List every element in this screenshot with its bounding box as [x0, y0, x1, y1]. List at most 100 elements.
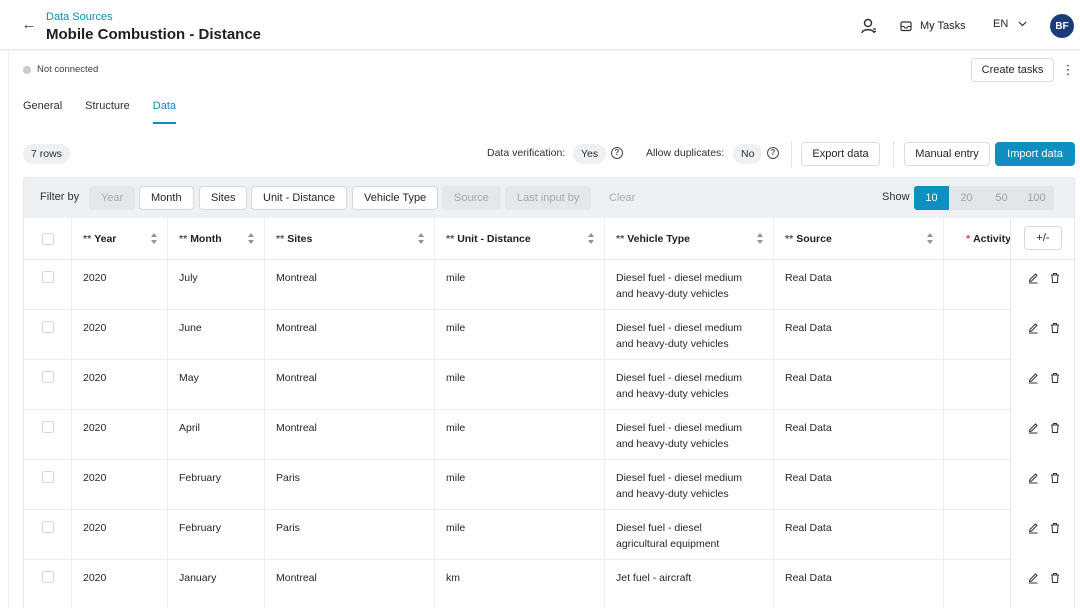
help-icon[interactable]: ?	[767, 147, 779, 159]
cell-activity[interactable]	[944, 260, 1010, 310]
cell-activity[interactable]	[944, 360, 1010, 410]
trash-icon[interactable]	[1049, 272, 1061, 284]
table-row[interactable]: 2020 May Montreal mile Diesel fuel - diesel …	[24, 360, 1074, 410]
filter-chip-source[interactable]: Source	[442, 186, 501, 210]
edit-icon[interactable]	[1027, 272, 1039, 284]
cell-source[interactable]: Real Data	[774, 360, 944, 410]
cell-site[interactable]: Paris	[265, 460, 435, 510]
breadcrumb-data-sources[interactable]: Data Sources	[46, 11, 113, 23]
sort-icon[interactable]	[757, 233, 764, 245]
cell-activity[interactable]	[944, 310, 1010, 360]
page-size-10[interactable]: 10	[914, 186, 949, 210]
sort-icon[interactable]	[588, 233, 595, 245]
cell-vehicle-type[interactable]: Diesel fuel - diesel medium and heavy-dut…	[605, 310, 774, 360]
filter-chip-last-input-by[interactable]: Last input by	[505, 186, 592, 210]
cell-unit[interactable]: mile	[435, 360, 605, 410]
tab-structure[interactable]: Structure	[85, 100, 130, 124]
cell-unit[interactable]: km	[435, 560, 605, 608]
table-row[interactable]: 2020 June Montreal mile Diesel fuel - diesel…	[24, 310, 1074, 360]
row-checkbox[interactable]	[41, 371, 54, 383]
cell-year[interactable]: 2020	[72, 560, 168, 608]
cell-activity[interactable]	[944, 560, 1010, 608]
cell-month[interactable]: June	[168, 310, 265, 360]
cell-site[interactable]: Paris	[265, 510, 435, 560]
avatar[interactable]: BF	[1050, 14, 1074, 38]
row-checkbox[interactable]	[41, 471, 54, 483]
sort-icon[interactable]	[418, 233, 425, 245]
edit-icon[interactable]	[1027, 372, 1039, 384]
table-row[interactable]: 2020 July Montreal mile Diesel fuel - diesel…	[24, 260, 1074, 310]
cell-unit[interactable]: mile	[435, 260, 605, 310]
cell-source[interactable]: Real Data	[774, 260, 944, 310]
page-size-20[interactable]: 20	[949, 186, 984, 210]
cell-site[interactable]: Montreal	[265, 560, 435, 608]
create-tasks-button[interactable]: Create tasks	[971, 58, 1054, 82]
cell-site[interactable]: Montreal	[265, 410, 435, 460]
page-size-100[interactable]: 100	[1019, 186, 1054, 210]
language-select[interactable]: EN	[993, 18, 1027, 30]
sort-icon[interactable]	[248, 233, 255, 245]
cell-unit[interactable]: mile	[435, 410, 605, 460]
cell-vehicle-type[interactable]: Diesel fuel - diesel medium and heavy-dut…	[605, 410, 774, 460]
column-header-year[interactable]: ** Year	[72, 218, 168, 260]
tab-data[interactable]: Data	[152, 100, 177, 124]
cell-unit[interactable]: mile	[435, 460, 605, 510]
cell-activity[interactable]	[944, 510, 1010, 560]
cell-vehicle-type[interactable]: Jet fuel - aircraft	[605, 560, 774, 608]
column-header-vehicle-type[interactable]: ** Vehicle Type	[605, 218, 774, 260]
page-size-50[interactable]: 50	[984, 186, 1019, 210]
filter-chip-month[interactable]: Month	[139, 186, 194, 210]
cell-month[interactable]: May	[168, 360, 265, 410]
filter-chip-unit-distance[interactable]: Unit - Distance	[251, 186, 348, 210]
column-header-month[interactable]: ** Month	[168, 218, 265, 260]
trash-icon[interactable]	[1049, 572, 1061, 584]
back-arrow-icon[interactable]: ←	[20, 16, 38, 34]
cell-vehicle-type[interactable]: Diesel fuel - diesel medium and heavy-dut…	[605, 360, 774, 410]
cell-month[interactable]: February	[168, 460, 265, 510]
cell-month[interactable]: April	[168, 410, 265, 460]
cell-site[interactable]: Montreal	[265, 310, 435, 360]
cell-month[interactable]: January	[168, 560, 265, 608]
cell-activity[interactable]	[944, 460, 1010, 510]
column-header-activity[interactable]: * Activity	[944, 218, 1010, 260]
sort-icon[interactable]	[151, 233, 158, 245]
edit-icon[interactable]	[1027, 322, 1039, 334]
row-checkbox[interactable]	[41, 521, 54, 533]
cell-source[interactable]: Real Data	[774, 510, 944, 560]
export-data-button[interactable]: Export data	[801, 142, 880, 166]
trash-icon[interactable]	[1049, 372, 1061, 384]
cell-year[interactable]: 2020	[72, 260, 168, 310]
table-row[interactable]: 2020 January Montreal km Jet fuel - aircraft…	[24, 560, 1074, 608]
trash-icon[interactable]	[1049, 522, 1061, 534]
row-checkbox[interactable]	[41, 571, 54, 583]
sort-icon[interactable]	[927, 233, 934, 245]
cell-activity[interactable]	[944, 410, 1010, 460]
table-row[interactable]: 2020 February Paris mile Diesel fuel - diese…	[24, 510, 1074, 560]
data-verification-value[interactable]: Yes	[573, 144, 607, 164]
manual-entry-button[interactable]: Manual entry	[904, 142, 990, 166]
allow-duplicates-value[interactable]: No	[733, 144, 763, 164]
cell-source[interactable]: Real Data	[774, 410, 944, 460]
cell-year[interactable]: 2020	[72, 460, 168, 510]
cell-source[interactable]: Real Data	[774, 560, 944, 608]
cell-vehicle-type[interactable]: Diesel fuel - diesel medium and heavy-dut…	[605, 460, 774, 510]
row-checkbox[interactable]	[41, 421, 54, 433]
edit-icon[interactable]	[1027, 472, 1039, 484]
trash-icon[interactable]	[1049, 422, 1061, 434]
edit-icon[interactable]	[1027, 422, 1039, 434]
trash-icon[interactable]	[1049, 322, 1061, 334]
edit-icon[interactable]	[1027, 522, 1039, 534]
more-options-icon[interactable]: ⋮	[1061, 62, 1075, 80]
column-header-sites[interactable]: ** Sites	[265, 218, 435, 260]
row-checkbox[interactable]	[41, 321, 54, 333]
my-tasks-button[interactable]: My Tasks	[900, 18, 966, 34]
table-row[interactable]: 2020 April Montreal mile Diesel fuel - diese…	[24, 410, 1074, 460]
select-all-checkbox[interactable]	[41, 233, 54, 245]
cell-year[interactable]: 2020	[72, 510, 168, 560]
tab-general[interactable]: General	[23, 100, 62, 124]
cell-site[interactable]: Montreal	[265, 260, 435, 310]
cell-vehicle-type[interactable]: Diesel fuel - diesel agricultural equipme…	[605, 510, 774, 560]
help-icon[interactable]: ?	[611, 147, 623, 159]
row-checkbox[interactable]	[41, 271, 54, 283]
cell-vehicle-type[interactable]: Diesel fuel - diesel medium and heavy-dut…	[605, 260, 774, 310]
